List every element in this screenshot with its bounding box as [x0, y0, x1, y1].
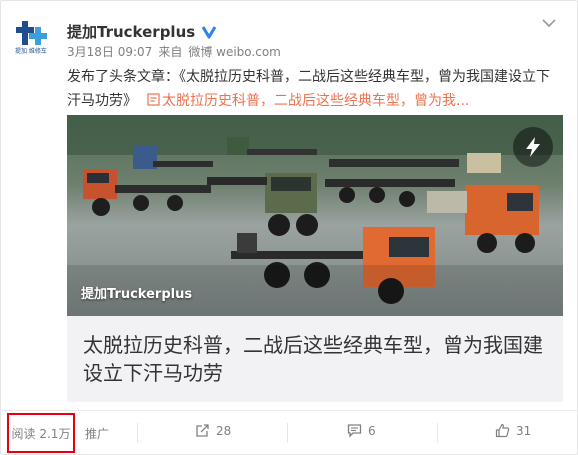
promote-button[interactable]: 推广 — [85, 425, 109, 442]
article-link-icon — [147, 93, 160, 106]
like-button[interactable]: 31 — [495, 423, 531, 438]
source-prefix: 来自 — [158, 45, 183, 59]
weibo-post-card: 提加 维修车 提加Truckerplus 3月18日 09:07 来自 微博 w… — [0, 0, 578, 455]
chevron-down-icon[interactable] — [541, 17, 557, 29]
forward-count: 28 — [216, 423, 232, 438]
flash-icon[interactable] — [513, 127, 553, 167]
truckerplus-logo-icon: 提加 维修车 — [15, 21, 47, 55]
forward-icon — [196, 424, 209, 437]
post-meta: 3月18日 09:07 来自 微博 weibo.com — [67, 43, 281, 60]
comment-icon — [347, 424, 362, 438]
read-count: 阅读 2.1万 — [7, 413, 75, 453]
forward-button[interactable]: 28 — [195, 423, 231, 438]
article-cover-image[interactable]: 提加Truckerplus — [67, 115, 563, 316]
divider — [437, 423, 438, 443]
thumbs-up-icon — [495, 423, 510, 438]
author-name[interactable]: 提加Truckerplus — [67, 21, 195, 42]
action-bar: 阅读 2.1万 推广 28 6 31 — [1, 410, 578, 455]
divider — [137, 423, 138, 443]
post-text: 发布了头条文章：《太脱拉历史科普，二战后这些经典车型，曾为我国建设立下汗马功劳》… — [67, 65, 557, 113]
article-card[interactable]: 太脱拉历史科普，二战后这些经典车型，曾为我国建设立下汗马功劳 — [67, 316, 563, 402]
author-row: 提加Truckerplus — [67, 21, 217, 42]
author-avatar[interactable]: 提加 维修车 — [15, 19, 51, 61]
post-timestamp[interactable]: 3月18日 09:07 — [67, 43, 152, 60]
post-source[interactable]: 微博 weibo.com — [188, 43, 281, 60]
comment-button[interactable]: 6 — [347, 423, 376, 438]
like-count: 31 — [516, 423, 532, 438]
article-link[interactable]: 太脱拉历史科普，二战后这些经典车型，曾为我... — [162, 93, 469, 109]
divider — [287, 423, 288, 443]
verified-badge-icon — [201, 25, 217, 38]
logo-caption: 提加 维修车 — [15, 47, 47, 55]
image-watermark: 提加Truckerplus — [81, 287, 193, 302]
article-title[interactable]: 太脱拉历史科普，二战后这些经典车型，曾为我国建设立下汗马功劳 — [83, 331, 547, 387]
comment-count: 6 — [368, 423, 376, 438]
